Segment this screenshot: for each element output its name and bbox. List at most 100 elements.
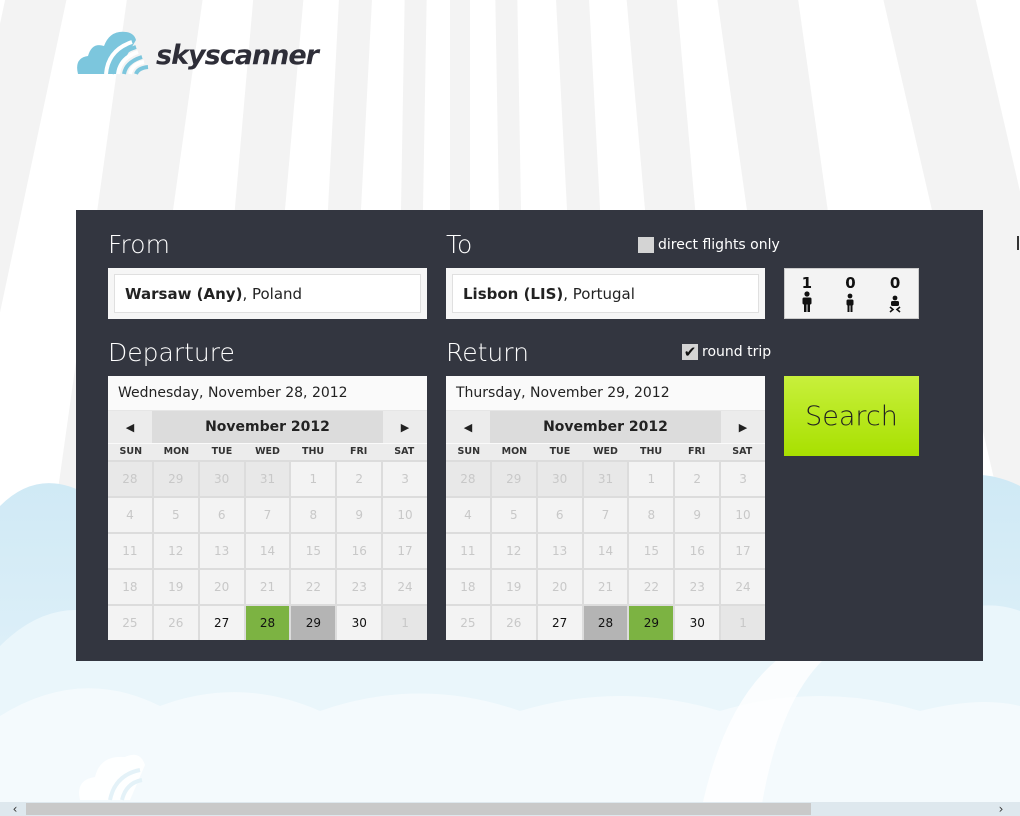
day-cell: 6 (537, 498, 582, 532)
prev-month-button[interactable]: ◀ (446, 411, 490, 443)
to-city: Lisbon (LIS) (463, 284, 564, 303)
day-cell: 2 (675, 462, 720, 496)
day-cell: 17 (383, 534, 427, 568)
return-date-display: Thursday, November 29, 2012 (446, 376, 765, 411)
day-cell: 8 (629, 498, 674, 532)
to-country: , Portugal (563, 284, 635, 303)
prev-month-button[interactable]: ◀ (108, 411, 152, 443)
departure-date-display: Wednesday, November 28, 2012 (108, 376, 427, 411)
scroll-left-icon[interactable]: ‹ (8, 802, 22, 816)
return-calendar: Thursday, November 29, 2012 ◀ November 2… (446, 376, 765, 640)
day-cell: 20 (199, 570, 244, 604)
watermark-logo-icon (79, 754, 145, 801)
day-cell: 22 (629, 570, 674, 604)
day-cell: 28 (108, 462, 152, 496)
day-cell: 12 (153, 534, 198, 568)
horizontal-scrollbar[interactable]: ‹ › (0, 802, 1020, 816)
day-cell: 31 (583, 462, 628, 496)
day-cell: 18 (108, 570, 152, 604)
weekday-label: THU (639, 446, 663, 457)
weekday-label: FRI (687, 446, 706, 457)
day-cell: 22 (291, 570, 336, 604)
weekday-label: TUE (211, 446, 233, 457)
day-grid: 28 29 30 31 1 2 3 4 5 6 7 8 9 10 11 12 13 14 15 16 17 18 19 20 2… (108, 460, 427, 640)
day-cell: 1 (383, 606, 427, 640)
month-title: November 2012 (152, 411, 383, 443)
passenger-selector[interactable]: 1 0 0 (784, 268, 919, 319)
triangle-left-icon: ◀ (463, 420, 473, 434)
day-cell: 28 (446, 462, 490, 496)
from-country: , Poland (242, 284, 303, 303)
day-cell: 9 (337, 498, 382, 532)
day-cell: 16 (675, 534, 720, 568)
checkbox-box[interactable] (638, 237, 654, 253)
day-cell[interactable]: 29 (629, 606, 674, 640)
from-city: Warsaw (Any) (125, 284, 243, 303)
next-month-button[interactable]: ▶ (383, 411, 427, 443)
day-cell[interactable]: 30 (675, 606, 720, 640)
day-cell: 20 (537, 570, 582, 604)
weekday-label: SAT (732, 446, 753, 457)
to-field[interactable]: Lisbon (LIS) , Portugal (446, 268, 765, 319)
day-cell: 29 (153, 462, 198, 496)
weekday-label: THU (301, 446, 325, 457)
return-label: Return (446, 338, 529, 367)
adults-count[interactable]: 1 (801, 275, 813, 313)
day-cell: 13 (199, 534, 244, 568)
day-cell: 7 (245, 498, 290, 532)
day-cell: 5 (491, 498, 536, 532)
day-cell: 4 (446, 498, 490, 532)
to-label: To (446, 230, 473, 259)
scroll-right-icon[interactable]: › (994, 802, 1008, 816)
day-cell: 9 (675, 498, 720, 532)
triangle-right-icon: ▶ (738, 420, 748, 434)
day-cell: 3 (721, 462, 765, 496)
checkbox-box-checked[interactable]: ✔ (682, 344, 698, 360)
from-field[interactable]: Warsaw (Any) , Poland (108, 268, 427, 319)
children-count[interactable]: 0 (844, 275, 856, 313)
day-cell: 25 (108, 606, 152, 640)
triangle-left-icon: ◀ (125, 420, 135, 434)
brand-name: skyscanner (156, 39, 319, 71)
scroll-thumb[interactable] (26, 803, 811, 815)
edge-indicator (1017, 236, 1019, 250)
next-month-button[interactable]: ▶ (721, 411, 765, 443)
day-cell: 25 (446, 606, 490, 640)
from-label: From (108, 230, 170, 259)
day-cell[interactable]: 28 (245, 606, 290, 640)
day-cell: 16 (337, 534, 382, 568)
day-cell: 14 (245, 534, 290, 568)
day-cell: 13 (537, 534, 582, 568)
round-trip-checkbox[interactable]: ✔ round trip (682, 344, 771, 360)
weekday-label: SUN (457, 446, 481, 457)
day-cell: 21 (245, 570, 290, 604)
day-cell: 19 (491, 570, 536, 604)
day-cell: 3 (383, 462, 427, 496)
day-cell: 24 (721, 570, 765, 604)
round-trip-label: round trip (702, 344, 772, 360)
direct-flights-checkbox[interactable]: direct flights only (638, 237, 780, 253)
day-cell: 1 (291, 462, 336, 496)
day-cell: 24 (383, 570, 427, 604)
skyscanner-logo: skyscanner (76, 28, 319, 76)
day-cell[interactable]: 27 (199, 606, 244, 640)
weekday-label: TUE (549, 446, 571, 457)
day-cell: 23 (675, 570, 720, 604)
day-cell: 2 (337, 462, 382, 496)
day-cell[interactable]: 29 (291, 606, 336, 640)
infant-icon (889, 295, 901, 313)
infants-count[interactable]: 0 (888, 275, 902, 313)
day-cell: 23 (337, 570, 382, 604)
day-cell: 15 (629, 534, 674, 568)
day-cell[interactable]: 30 (337, 606, 382, 640)
day-cell[interactable]: 27 (537, 606, 582, 640)
cloud-logo-icon (77, 31, 149, 75)
day-cell: 7 (583, 498, 628, 532)
day-cell: 12 (491, 534, 536, 568)
adult-icon (802, 290, 812, 312)
day-cell[interactable]: 28 (583, 606, 628, 640)
search-button[interactable]: Search (784, 376, 919, 456)
day-cell: 5 (153, 498, 198, 532)
departure-calendar: Wednesday, November 28, 2012 ◀ November … (108, 376, 427, 640)
day-cell: 1 (629, 462, 674, 496)
